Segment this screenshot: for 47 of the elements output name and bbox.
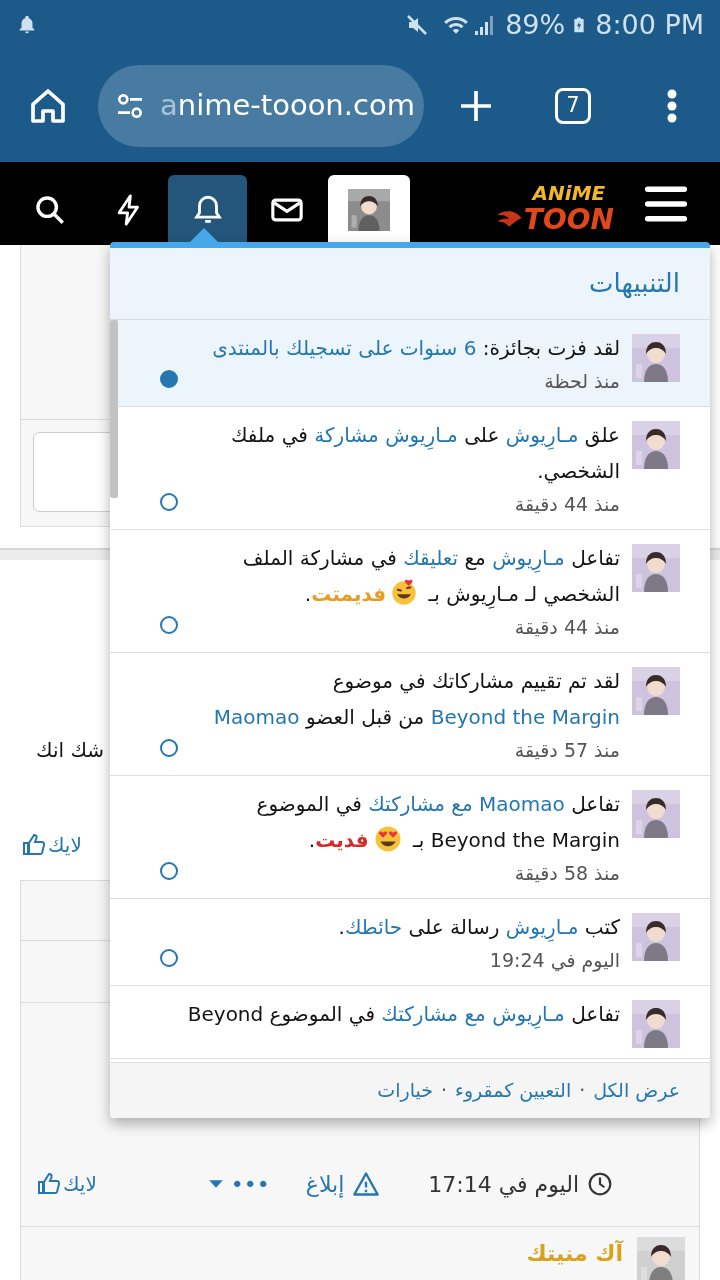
warning-icon	[352, 1170, 381, 1198]
link[interactable]: حائطك	[344, 915, 403, 939]
battery-percentage: 89%	[505, 7, 566, 42]
like-button[interactable]: لايك	[37, 1169, 97, 1199]
logo-text: ANiME	[532, 180, 606, 205]
more-options-button[interactable]: •••	[206, 1167, 270, 1201]
notification-text[interactable]: تفاعل مـارِيوش مع تعليقك في مشاركة الملف الشخصي لـ مـارِيوش بـ فديمتت.	[178, 540, 620, 612]
laughing-emoji-icon	[390, 579, 419, 607]
thumbs-up-icon	[22, 833, 46, 857]
thumbs-up-icon	[37, 1172, 61, 1196]
footer-link[interactable]: خيارات	[377, 1076, 433, 1105]
notification-time: منذ 57 دقيقة	[513, 738, 620, 763]
scrollbar[interactable]	[110, 320, 118, 498]
report-link[interactable]: إبلاغ	[305, 1167, 381, 1201]
post-text: شك انك	[35, 737, 104, 764]
footer-link[interactable]: التعيين كمقروء	[455, 1076, 572, 1105]
link[interactable]: Maomao	[213, 705, 300, 729]
notification-text[interactable]: تفاعل Maomao مع مشاركتك في الموضوع Beyond the Margin بـ فديت.	[178, 786, 620, 858]
clock-time: 8:00 PM	[595, 7, 704, 42]
notification-time: منذ 44 دقيقة	[513, 492, 620, 517]
notification-text[interactable]: لقد فزت بجائزة: 6 سنوات على تسجيلك بالمنتدى	[178, 330, 620, 366]
account-button[interactable]	[328, 175, 410, 245]
site-logo[interactable]: ANiME TOON	[493, 168, 614, 239]
notification-text[interactable]: تفاعل مـارِيوش مع مشاركتك في الموضوع Beyond	[178, 996, 620, 1032]
alerts-tab[interactable]	[168, 175, 247, 245]
address-bar[interactable]: anime-tooon.com	[98, 65, 424, 147]
post-time-link[interactable]: اليوم في 17:14	[428, 1167, 613, 1201]
separator-dot: ·	[579, 1078, 586, 1104]
notification-text[interactable]: علق مـارِيوش على مـارِيوش مشاركة في ملفك الشخصي.	[178, 417, 620, 489]
popup-title: التنبيهات	[589, 267, 680, 301]
clock-icon	[587, 1171, 613, 1197]
notification-time: اليوم في 19:24	[488, 948, 620, 974]
notification-text[interactable]: كتب مـارِيوش رسالة على حائطك.	[178, 909, 620, 945]
link[interactable]: تعليقك	[403, 546, 459, 570]
notification-time: منذ 44 دقيقة	[513, 615, 620, 640]
notification-time: منذ 58 دقيقة	[513, 861, 620, 886]
logo-text: TOON	[523, 204, 614, 235]
reaction-link[interactable]: فديت	[315, 828, 369, 852]
footer-link[interactable]: عرض الكل	[593, 1076, 680, 1105]
like-button[interactable]: لايك	[22, 830, 82, 860]
separator-dot: ·	[440, 1078, 447, 1104]
link[interactable]: Beyond the Margin	[430, 705, 620, 729]
link[interactable]: 6 سنوات على تسجيلك بالمنتدى	[212, 336, 477, 360]
tab-switcher-button[interactable]: 7	[555, 88, 591, 124]
notification-time: منذ لحظة	[543, 369, 620, 394]
link[interactable]: Maomao مع مشاركتك	[368, 792, 565, 816]
home-icon[interactable]	[28, 86, 68, 126]
